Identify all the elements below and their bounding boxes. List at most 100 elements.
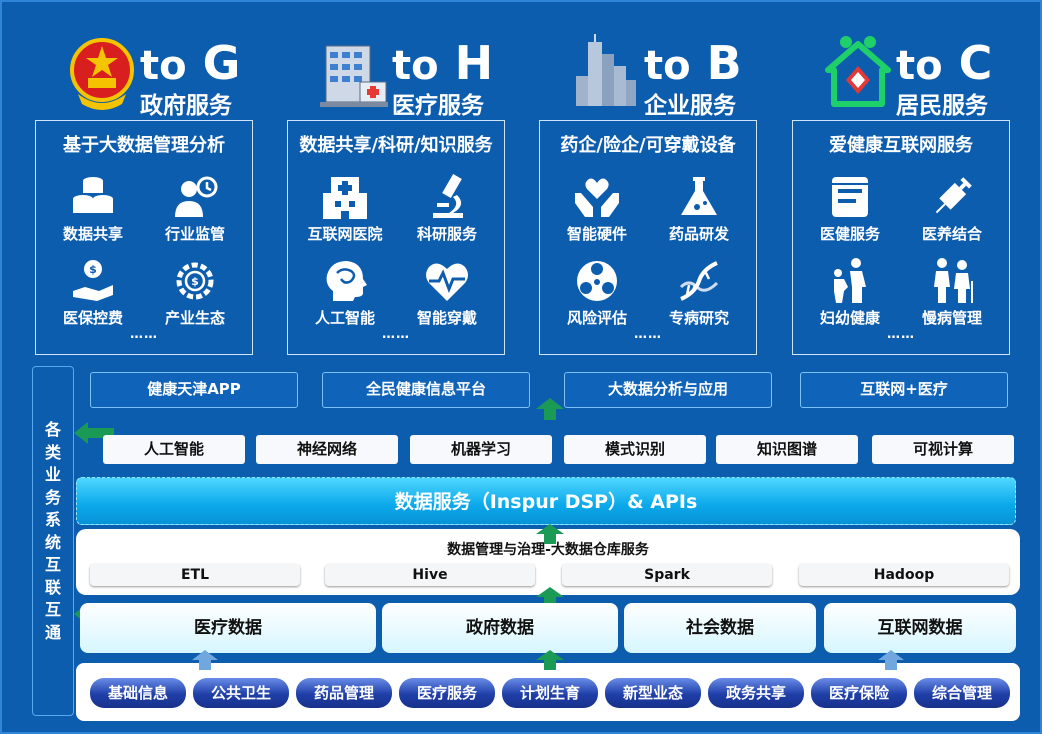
- tool-spark[interactable]: Spark: [562, 564, 772, 586]
- more-ellipsis: ……: [382, 327, 410, 342]
- source-medical[interactable]: 医疗数据: [80, 603, 376, 653]
- source-government[interactable]: 政府数据: [382, 603, 618, 653]
- source-social[interactable]: 社会数据: [624, 603, 816, 653]
- target-title: to C: [896, 38, 992, 91]
- sidebar-label: 各类业务系统互联互通: [44, 420, 61, 642]
- item-label: 智能硬件: [566, 225, 627, 243]
- microscope-icon: [433, 173, 463, 218]
- tech-knowledge-graph[interactable]: 知识图谱: [716, 435, 858, 464]
- category-medical-insurance[interactable]: 医疗保险: [811, 678, 907, 708]
- flask-icon: [681, 177, 717, 215]
- more-ellipsis: ……: [634, 327, 662, 342]
- card-item: 行业监管: [150, 173, 240, 244]
- more-ellipsis: ……: [887, 327, 915, 342]
- card-item: $ 医保控费: [48, 257, 138, 328]
- source-internet[interactable]: 互联网数据: [824, 603, 1016, 653]
- gear-dollar-icon: $: [176, 262, 214, 300]
- item-label: 药品研发: [668, 225, 729, 243]
- to-text: to: [644, 43, 691, 89]
- syringe-icon: [935, 177, 972, 214]
- platform-bigdata-analysis[interactable]: 大数据分析与应用: [564, 372, 772, 408]
- category-medical-service[interactable]: 医疗服务: [399, 678, 495, 708]
- card-title: 爱健康互联网服务: [829, 135, 973, 156]
- target-hospital: to H 医疗服务: [320, 32, 550, 119]
- platform-app[interactable]: 健康天津APP: [90, 372, 298, 408]
- target-citizen: to C 居民服务: [824, 32, 1040, 119]
- card-enterprise-services: 药企/险企/可穿戴设备 智能硬件 药品研发 风险评估 专病研究 ……: [539, 120, 757, 355]
- more-ellipsis: ……: [130, 327, 158, 342]
- tech-visual-computing[interactable]: 可视计算: [872, 435, 1014, 464]
- target-label: 政府服务: [140, 93, 232, 119]
- target-letter: H: [454, 36, 494, 90]
- item-label: 专病研究: [668, 309, 729, 327]
- to-text: to: [896, 43, 943, 89]
- card-item: 妇幼健康: [805, 257, 895, 328]
- category-gov-sharing[interactable]: 政务共享: [708, 678, 804, 708]
- card-item: 药品研发: [654, 173, 744, 244]
- card-item: 医养结合: [907, 173, 997, 244]
- category-drug-management[interactable]: 药品管理: [296, 678, 392, 708]
- skyscrapers-icon: [576, 34, 636, 106]
- data-service-band: 数据服务（Inspur DSP）& APIs: [76, 477, 1016, 525]
- item-label: 妇幼健康: [819, 309, 880, 327]
- target-label: 居民服务: [896, 93, 988, 119]
- target-government: to G 政府服务: [68, 32, 298, 119]
- item-label: 医养结合: [921, 225, 982, 243]
- item-label: 风险评估: [566, 309, 627, 327]
- tool-hive[interactable]: Hive: [325, 564, 535, 586]
- tool-hadoop[interactable]: Hadoop: [799, 564, 1009, 586]
- card-item: 智能穿戴: [402, 257, 492, 328]
- tool-etl[interactable]: ETL: [90, 564, 300, 586]
- to-text: to: [392, 43, 439, 89]
- card-item: 互联网医院: [300, 173, 390, 244]
- target-title: to B: [644, 38, 742, 91]
- dna-icon: [679, 261, 719, 301]
- card-item: 智能硬件: [552, 173, 642, 244]
- item-label: 产业生态: [164, 309, 225, 327]
- svg-text:$: $: [191, 275, 199, 288]
- card-item: 科研服务: [402, 173, 492, 244]
- card-title: 药企/险企/可穿戴设备: [560, 135, 736, 156]
- hospital-icon: [323, 177, 367, 219]
- card-item: 专病研究: [654, 257, 744, 328]
- target-letter: B: [706, 36, 742, 90]
- card-resident-services: 爱健康互联网服务 医健服务 医养结合 妇幼健康 慢病管理 ……: [792, 120, 1010, 355]
- card-item: $ 产业生态: [150, 257, 240, 328]
- target-label: 医疗服务: [392, 93, 484, 119]
- supervisor-clock-icon: [175, 176, 218, 217]
- item-label: 行业监管: [164, 225, 225, 243]
- target-letter: G: [202, 36, 241, 90]
- up-arrow-icon: [536, 398, 564, 420]
- card-medical-services: 数据共享/科研/知识服务 互联网医院 科研服务 人工智能 智能穿戴 ……: [287, 120, 505, 355]
- tech-neural-network[interactable]: 神经网络: [256, 435, 398, 464]
- platform-internet-medical[interactable]: 互联网+医疗: [800, 372, 1008, 408]
- item-label: 互联网医院: [307, 225, 383, 243]
- document-list-icon: [832, 177, 868, 217]
- elderly-care-icon: [934, 258, 973, 303]
- target-label: 企业服务: [644, 93, 736, 119]
- database-icon: [73, 177, 113, 213]
- item-label: 科研服务: [416, 225, 477, 243]
- platform-health-info[interactable]: 全民健康信息平台: [322, 372, 530, 408]
- category-new-formats[interactable]: 新型业态: [605, 678, 701, 708]
- family-home-icon: [825, 36, 891, 107]
- tech-pattern-recognition[interactable]: 模式识别: [564, 435, 706, 464]
- category-basic-info[interactable]: 基础信息: [90, 678, 186, 708]
- item-label: 人工智能: [314, 309, 375, 327]
- tech-ai[interactable]: 人工智能: [103, 435, 245, 464]
- to-text: to: [140, 43, 187, 89]
- card-item: 人工智能: [300, 257, 390, 328]
- architecture-diagram: to G 政府服务 to H 医疗服务 to B 企业服务 to C 居民服务 …: [0, 0, 1042, 734]
- card-item: 慢病管理: [907, 257, 997, 328]
- category-family-planning[interactable]: 计划生育: [502, 678, 598, 708]
- category-public-health[interactable]: 公共卫生: [193, 678, 289, 708]
- up-arrow-icon: [192, 650, 218, 670]
- interconnect-sidebar: 各类业务系统互联互通: [32, 366, 74, 716]
- target-business: to B 企业服务: [572, 32, 802, 119]
- tech-machine-learning[interactable]: 机器学习: [410, 435, 552, 464]
- category-comprehensive-management[interactable]: 综合管理: [914, 678, 1010, 708]
- money-hand-icon: $: [73, 260, 113, 301]
- up-arrow-icon: [536, 650, 564, 670]
- up-arrow-icon: [878, 650, 904, 670]
- target-title: to G: [140, 38, 240, 91]
